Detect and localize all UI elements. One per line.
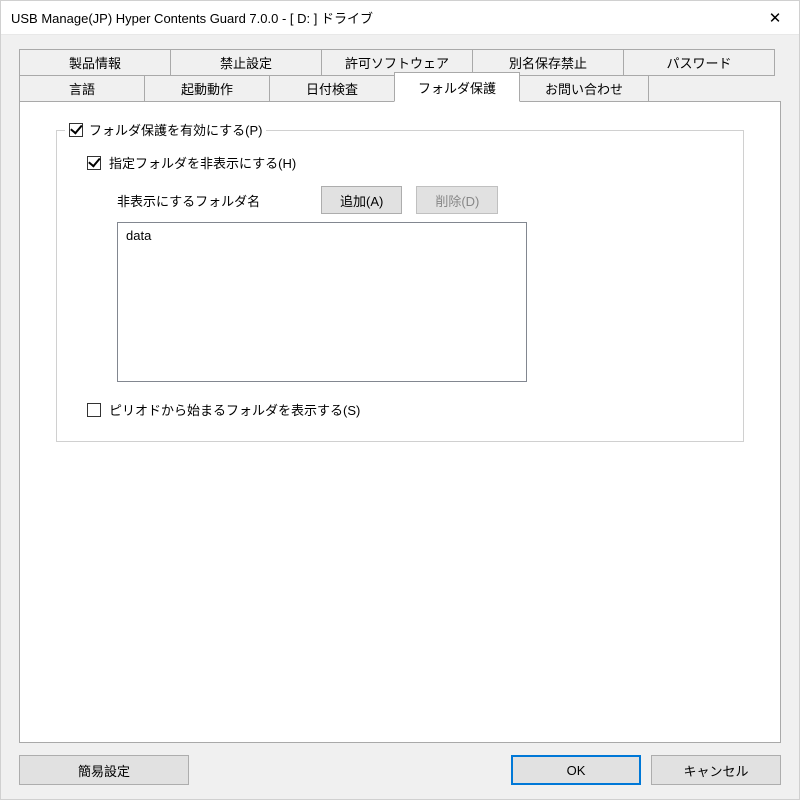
tab-strip: 製品情報 禁止設定 許可ソフトウェア 別名保存禁止 パスワード 言語 起動動作 … — [19, 49, 781, 102]
folder-listbox[interactable]: data — [117, 222, 527, 382]
delete-folder-button[interactable]: 削除(D) — [416, 186, 498, 214]
enable-protection-checkbox[interactable] — [69, 123, 83, 137]
hide-folders-row: 指定フォルダを非表示にする(H) — [87, 153, 721, 172]
close-icon[interactable]: ✕ — [751, 1, 799, 35]
bottom-button-bar: 簡易設定 OK キャンセル — [19, 743, 781, 785]
tab-product-info[interactable]: 製品情報 — [19, 49, 171, 76]
group-legend: フォルダ保護を有効にする(P) — [65, 120, 266, 139]
tab-prohibit[interactable]: 禁止設定 — [170, 49, 322, 76]
show-period-checkbox[interactable] — [87, 403, 101, 417]
hide-folders-label: 指定フォルダを非表示にする(H) — [109, 153, 296, 172]
tab-date-check[interactable]: 日付検査 — [269, 75, 395, 102]
content-area: 製品情報 禁止設定 許可ソフトウェア 別名保存禁止 パスワード 言語 起動動作 … — [1, 35, 799, 799]
tab-folder-protect[interactable]: フォルダ保護 — [394, 72, 520, 102]
show-period-label: ピリオドから始まるフォルダを表示する(S) — [109, 400, 360, 419]
tab-language[interactable]: 言語 — [19, 75, 145, 102]
tab-panel-folder-protect: フォルダ保護を有効にする(P) 指定フォルダを非表示にする(H) 非表示にするフ… — [19, 101, 781, 743]
show-period-row: ピリオドから始まるフォルダを表示する(S) — [87, 400, 721, 419]
folder-list-header: 非表示にするフォルダ名 追加(A) 削除(D) — [117, 186, 721, 214]
window-title: USB Manage(JP) Hyper Contents Guard 7.0.… — [11, 8, 751, 27]
folder-list-section: 非表示にするフォルダ名 追加(A) 削除(D) data — [117, 186, 721, 382]
cancel-button[interactable]: キャンセル — [651, 755, 781, 785]
tab-inquiry[interactable]: お問い合わせ — [519, 75, 649, 102]
ok-button[interactable]: OK — [511, 755, 641, 785]
hide-folders-checkbox[interactable] — [87, 156, 101, 170]
tab-row-2: 言語 起動動作 日付検査 フォルダ保護 お問い合わせ — [19, 75, 781, 102]
add-folder-button[interactable]: 追加(A) — [321, 186, 402, 214]
easy-setup-button[interactable]: 簡易設定 — [19, 755, 189, 785]
folder-list-label: 非表示にするフォルダ名 — [117, 191, 307, 210]
tab-password[interactable]: パスワード — [623, 49, 775, 76]
list-item[interactable]: data — [124, 227, 520, 244]
enable-protection-label: フォルダ保護を有効にする(P) — [89, 120, 262, 139]
titlebar: USB Manage(JP) Hyper Contents Guard 7.0.… — [1, 1, 799, 35]
dialog-window: USB Manage(JP) Hyper Contents Guard 7.0.… — [0, 0, 800, 800]
folder-protect-group: フォルダ保護を有効にする(P) 指定フォルダを非表示にする(H) 非表示にするフ… — [56, 130, 744, 442]
tab-startup[interactable]: 起動動作 — [144, 75, 270, 102]
